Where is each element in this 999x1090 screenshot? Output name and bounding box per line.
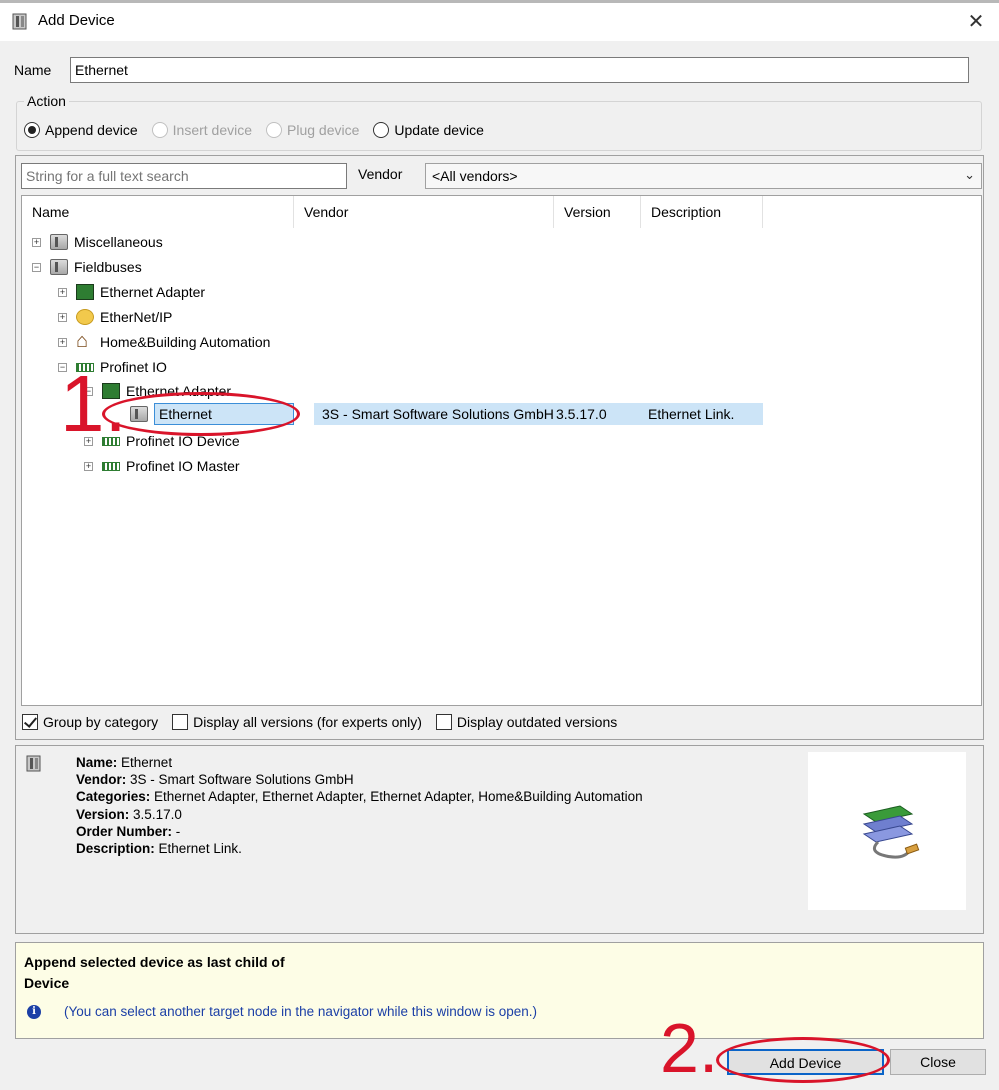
checkbox-label: Display all versions (for experts only) xyxy=(193,714,422,730)
info-icon: i xyxy=(27,1005,41,1019)
radio-plug-device[interactable]: Plug device xyxy=(266,122,359,138)
radio-label: Plug device xyxy=(287,122,360,138)
expand-icon[interactable]: + xyxy=(58,312,67,322)
collapse-icon[interactable]: − xyxy=(32,262,41,272)
tree-item-miscellaneous[interactable]: + Miscellaneous xyxy=(32,232,163,252)
tree-item-label: Home&Building Automation xyxy=(100,334,271,350)
tree-item-label: EtherNet/IP xyxy=(100,309,173,325)
tree-item-label: Ethernet Adapter xyxy=(100,284,206,300)
checkbox-label: Display outdated versions xyxy=(456,714,618,730)
expand-icon[interactable]: + xyxy=(84,461,93,471)
ethernet-ip-icon xyxy=(76,309,94,325)
info-vendor: Vendor: 3S - Smart Software Solutions Gm… xyxy=(76,772,354,788)
device-info-text: Name: Ethernet Vendor: 3S - Smart Softwa… xyxy=(76,754,643,857)
checkbox-indicator[interactable] xyxy=(435,714,452,730)
append-note-hint: (You can select another target node in t… xyxy=(64,1004,538,1019)
selected-row-vendor: 3S - Smart Software Solutions GmbH xyxy=(322,406,554,422)
column-header-version[interactable]: Version xyxy=(554,196,641,228)
action-legend: Action xyxy=(24,93,69,109)
name-label: Name xyxy=(14,62,52,78)
selected-row-version: 3.5.17.0 xyxy=(556,406,607,422)
radio-indicator[interactable] xyxy=(24,122,40,138)
close-icon[interactable]: ✕ xyxy=(963,9,989,35)
checkbox-group-by-category[interactable]: Group by category xyxy=(22,714,158,730)
tree-item-label: Fieldbuses xyxy=(74,259,142,275)
column-header-name[interactable]: Name xyxy=(22,196,294,228)
device-preview-image xyxy=(808,752,966,910)
selected-row-description: Ethernet Link. xyxy=(648,406,735,422)
tree-item-fieldbuses[interactable]: − Fieldbuses xyxy=(32,257,142,277)
checkbox-indicator[interactable] xyxy=(22,714,38,730)
annotation-step-2: 2. xyxy=(660,1009,719,1087)
selected-row-highlight[interactable]: 3S - Smart Software Solutions GmbH 3.5.1… xyxy=(314,403,763,425)
annotation-ellipse-2 xyxy=(716,1037,890,1083)
tree-item-ethernet-adapter[interactable]: + Ethernet Adapter xyxy=(58,282,205,302)
device-icon xyxy=(26,754,42,772)
info-description: Description: Ethernet Link. xyxy=(76,841,242,857)
expand-icon[interactable]: + xyxy=(32,237,41,247)
profinet-icon xyxy=(102,461,120,471)
device-icon xyxy=(12,12,28,30)
circuit-board-icon xyxy=(76,284,94,300)
title-bar: Add Device ✕ xyxy=(0,3,999,41)
annotation-step-1: 1. xyxy=(60,359,127,448)
close-button[interactable]: Close xyxy=(890,1049,986,1075)
radio-label: Insert device xyxy=(172,122,253,138)
tree-item-ethernet-ip[interactable]: + EtherNet/IP xyxy=(58,307,172,327)
name-input[interactable] xyxy=(70,57,969,83)
network-device-icon xyxy=(862,805,920,859)
radio-indicator[interactable] xyxy=(266,122,283,138)
device-tree[interactable]: Name Vendor Version Description + Miscel… xyxy=(21,195,982,706)
info-categories: Categories: Ethernet Adapter, Ethernet A… xyxy=(76,789,643,805)
folder-icon xyxy=(50,259,68,275)
expand-icon[interactable]: + xyxy=(58,337,67,347)
checkbox-indicator[interactable] xyxy=(172,714,189,730)
device-info-panel: Name: Ethernet Vendor: 3S - Smart Softwa… xyxy=(15,745,984,934)
radio-label: Update device xyxy=(394,122,484,138)
search-input[interactable] xyxy=(21,163,347,189)
vendor-label: Vendor xyxy=(358,166,403,182)
annotation-ellipse-1 xyxy=(102,392,300,436)
radio-update-device[interactable]: Update device xyxy=(373,122,484,138)
append-note-heading: Append selected device as last child of … xyxy=(24,952,285,994)
tree-item-label: Profinet IO Master xyxy=(126,458,240,474)
window-title: Add Device xyxy=(38,12,115,29)
radio-append-device[interactable]: Append device xyxy=(24,122,138,138)
vendor-selected-value: <All vendors> xyxy=(432,168,518,184)
checkbox-display-all-versions[interactable]: Display all versions (for experts only) xyxy=(172,714,422,730)
radio-indicator[interactable] xyxy=(373,122,390,138)
append-note-line1: Append selected device as last child of xyxy=(24,954,285,970)
chevron-down-icon: ⌄ xyxy=(964,167,975,182)
radio-label: Append device xyxy=(45,122,138,138)
info-version: Version: 3.5.17.0 xyxy=(76,806,182,822)
column-header-description[interactable]: Description xyxy=(641,196,763,228)
append-note-panel: Append selected device as last child of … xyxy=(15,942,984,1039)
column-header-vendor[interactable]: Vendor xyxy=(294,196,554,228)
append-note-target: Device xyxy=(24,975,70,991)
action-options: Append device Insert device Plug device … xyxy=(24,121,498,139)
radio-insert-device[interactable]: Insert device xyxy=(151,122,253,138)
info-name: Name: Ethernet xyxy=(76,755,173,770)
tree-item-profinet-io-master[interactable]: + Profinet IO Master xyxy=(84,456,240,476)
filter-checkboxes: Group by category Display all versions (… xyxy=(22,713,631,731)
radio-indicator[interactable] xyxy=(151,122,168,138)
info-order-number: Order Number: - xyxy=(76,823,181,839)
checkbox-label: Group by category xyxy=(43,714,159,730)
folder-icon xyxy=(50,234,68,250)
vendor-select[interactable]: <All vendors> ⌄ xyxy=(425,163,982,189)
tree-item-home-building-automation[interactable]: + Home&Building Automation xyxy=(58,330,271,353)
tree-item-label: Miscellaneous xyxy=(74,234,163,250)
expand-icon[interactable]: + xyxy=(58,287,67,297)
checkbox-display-outdated-versions[interactable]: Display outdated versions xyxy=(435,714,618,730)
home-icon xyxy=(76,330,94,353)
